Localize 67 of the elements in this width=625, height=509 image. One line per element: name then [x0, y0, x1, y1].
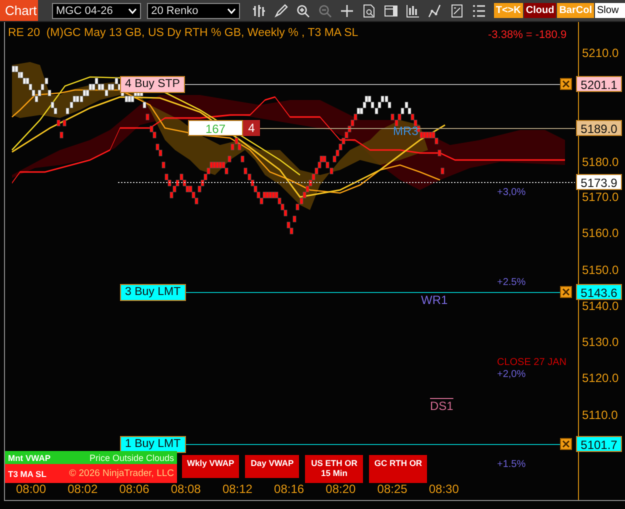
position-price-label: 5189.0 — [576, 120, 622, 136]
price-axis-label: 5170.0 — [582, 190, 619, 204]
last-price-label: 5173.9 — [576, 174, 622, 190]
time-axis-label: 08:02 — [68, 482, 98, 496]
indicator-note: Price Outside Clouds — [89, 452, 174, 462]
chart-annotation: +2,0% — [497, 369, 526, 380]
chart-annotation: DS1 — [430, 399, 454, 413]
order-label[interactable]: 1 Buy LMT — [120, 436, 186, 453]
price-axis-label: 5140.0 — [582, 299, 619, 313]
indicator-box: Day VWAP — [245, 455, 300, 478]
list-icon[interactable] — [472, 4, 486, 18]
time-axis-label: 08:20 — [326, 482, 356, 496]
price-axis-label: 5130.0 — [582, 335, 619, 349]
position-size: 4 — [243, 120, 260, 136]
time-axis-label: 08:30 — [428, 482, 459, 496]
panel-icon[interactable] — [384, 4, 398, 18]
caret-icon — [226, 8, 236, 14]
chart-annotation: CLOSE 27 JAN — [497, 357, 566, 368]
time-axis-label: 08:08 — [170, 482, 201, 496]
crosshair-icon[interactable] — [340, 4, 354, 18]
indicator-box: GC RTH OR — [369, 455, 428, 483]
caret-icon — [128, 8, 138, 14]
indicator-toggle[interactable]: Slow — [595, 3, 625, 18]
zoom-in-icon[interactable] — [296, 4, 310, 18]
cancel-order-icon[interactable] — [560, 286, 572, 298]
indicator-note: © 2026 NinjaTrader, LLC — [69, 468, 174, 479]
template-icon[interactable] — [450, 4, 464, 18]
position-quantity: 167 — [188, 120, 243, 136]
time-axis-label: 08:16 — [274, 482, 304, 496]
cancel-order-icon[interactable] — [560, 438, 572, 450]
chart-annotation: MR3 — [393, 124, 418, 138]
chart-tab[interactable]: Chart — [0, 0, 38, 21]
line-chart-icon[interactable] — [428, 4, 442, 18]
zoom-out-icon[interactable] — [318, 4, 332, 18]
indicator-label: Mnt VWAP — [8, 452, 50, 462]
chart-annotation: +3,0% — [497, 187, 526, 198]
price-axis-label: 5160.0 — [582, 226, 619, 240]
document-search-icon[interactable] — [362, 4, 376, 18]
order-label[interactable]: 4 Buy STP — [120, 76, 185, 93]
time-axis-label: 08:25 — [377, 482, 408, 496]
order-price-label: 5101.7 — [576, 436, 622, 452]
order-price-label: 5201.1 — [576, 76, 622, 92]
instrument-dropdown[interactable]: MGC 04-26 — [52, 2, 142, 18]
price-axis-label: 5150.0 — [582, 263, 619, 277]
price-axis-label: 5180.0 — [582, 155, 619, 169]
time-axis-label: 08:12 — [222, 482, 252, 496]
chart-annotation: +2.5% — [497, 277, 526, 288]
price-axis-label: 5210.0 — [582, 46, 619, 60]
indicator-box: US ETH OR 15 Min — [305, 455, 364, 483]
indicator-label: T3 MA SL — [8, 468, 46, 478]
order-price-label: 5143.6 — [576, 284, 622, 300]
profit-loss-text: -3.38% = -180.9 — [488, 29, 567, 41]
chart-annotation: +1.5% — [497, 459, 526, 470]
bar-chart-icon[interactable] — [252, 4, 266, 18]
indicator-box: Wkly VWAP — [182, 455, 240, 478]
time-axis-label: 08:00 — [16, 482, 46, 496]
chart-title: RE 20 (M)GC May 13 GB, US Dy RTH % GB, Weekly % , T3 MA SL — [8, 27, 358, 39]
price-axis-label: 5110.0 — [582, 408, 618, 422]
indicator-toggle[interactable]: Cloud — [524, 3, 556, 18]
cancel-order-icon[interactable] — [560, 78, 572, 90]
column-chart-icon[interactable] — [406, 4, 420, 18]
chart-annotation: WR1 — [421, 293, 448, 307]
order-label[interactable]: 3 Buy LMT — [120, 284, 186, 301]
pencil-icon[interactable] — [274, 4, 288, 18]
bar-type-dropdown[interactable]: 20 Renko — [147, 2, 240, 18]
price-axis-label: 5120.0 — [582, 371, 619, 385]
time-axis-label: 08:06 — [119, 482, 150, 496]
